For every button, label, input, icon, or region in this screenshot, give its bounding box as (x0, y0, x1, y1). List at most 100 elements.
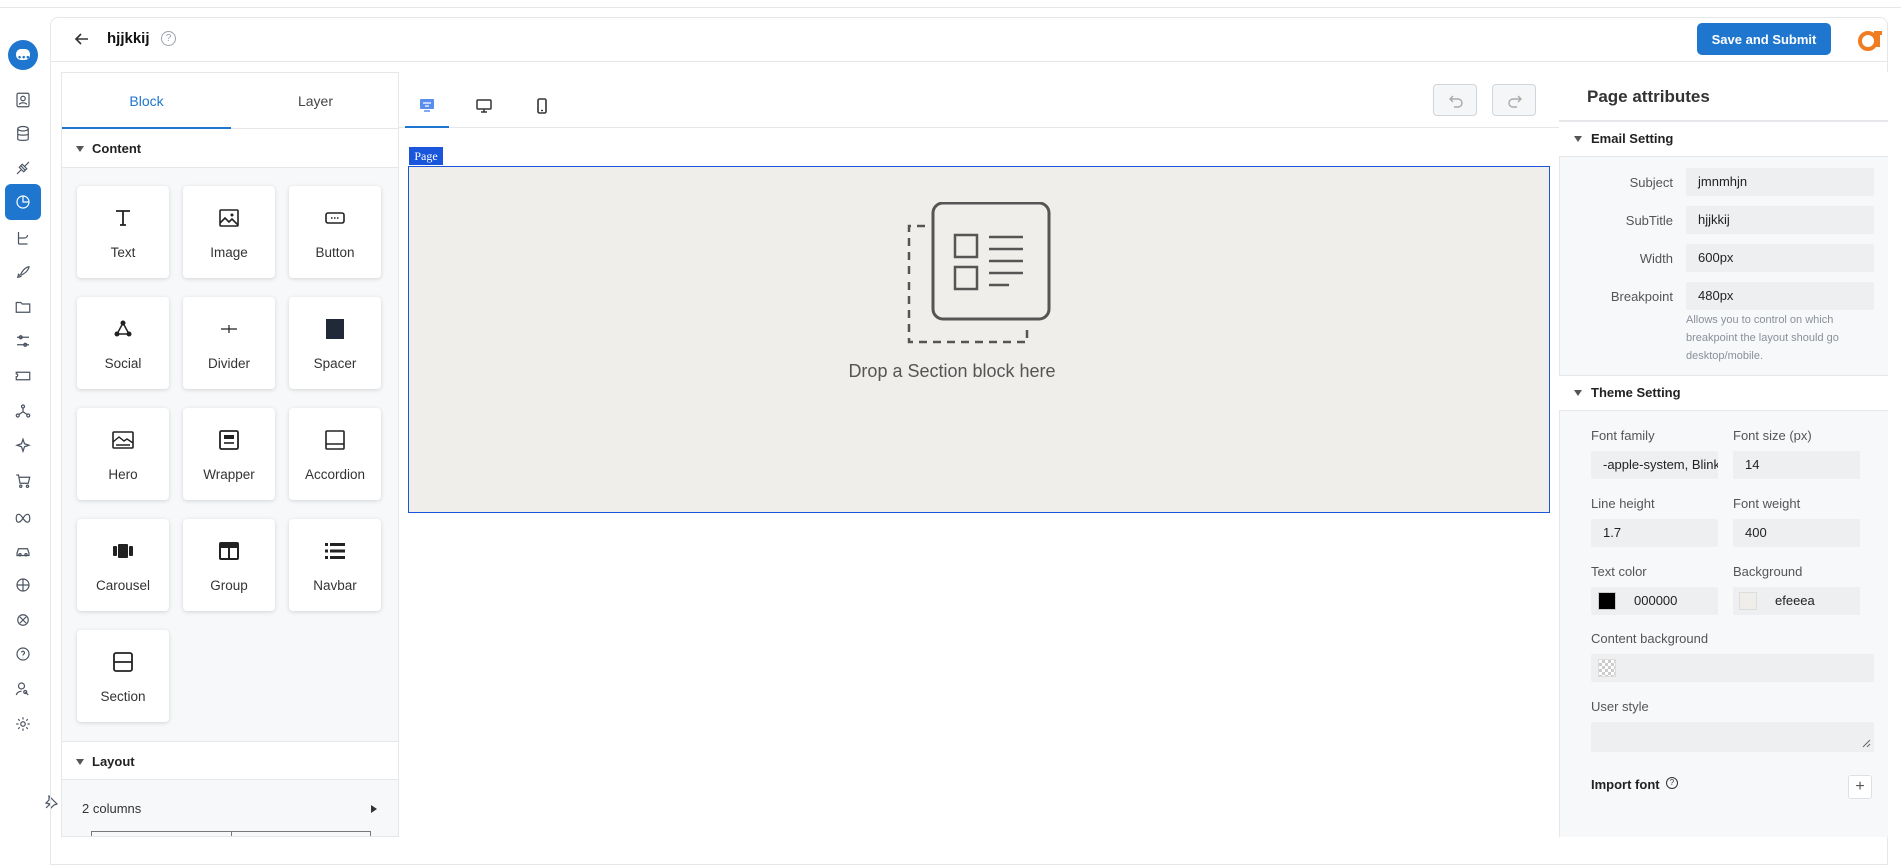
flow-nav-icon[interactable] (5, 220, 41, 256)
font-size-field[interactable]: 14 (1733, 451, 1860, 479)
settings-sliders-nav-icon[interactable] (5, 323, 41, 359)
section-icon (113, 652, 133, 672)
help-nav-icon[interactable] (5, 636, 41, 672)
subject-label: Subject (1629, 175, 1673, 190)
folder-nav-icon[interactable] (5, 289, 41, 325)
font-family-label: Font family (1591, 428, 1655, 443)
block-section[interactable]: Section (77, 630, 169, 722)
redo-icon (1508, 95, 1522, 108)
block-label: Hero (108, 467, 138, 482)
transparent-swatch-icon[interactable] (1598, 659, 1616, 677)
block-carousel[interactable]: Carousel (77, 519, 169, 611)
undo-icon (1449, 95, 1463, 108)
block-label: Wrapper (203, 467, 255, 482)
block-label: Section (100, 689, 146, 704)
text-color-label: Text color (1591, 564, 1647, 579)
wrapper-icon (219, 430, 239, 450)
email-setting-header[interactable]: Email Setting (1559, 121, 1888, 157)
text-color-swatch[interactable] (1598, 592, 1616, 610)
text-icon (116, 210, 130, 226)
redo-button[interactable] (1492, 84, 1536, 116)
layout-section-header[interactable]: Layout (62, 741, 398, 780)
rocket-nav-icon[interactable] (5, 254, 41, 290)
app-nav-rail: ••• (0, 14, 46, 865)
section-placeholder-icon (907, 202, 1051, 344)
view-mobile-button[interactable] (520, 84, 564, 128)
breakpoint-help-text: Allows you to control on which breakpoin… (1686, 314, 1839, 362)
brain-nav-icon[interactable] (5, 567, 41, 603)
block-image[interactable]: Image (183, 186, 275, 278)
back-arrow-icon[interactable] (74, 31, 90, 47)
ticket-nav-icon[interactable] (5, 358, 41, 394)
block-label: Navbar (313, 578, 357, 593)
font-weight-field[interactable]: 400 (1733, 519, 1860, 547)
line-height-label: Line height (1591, 496, 1655, 511)
help-circle-icon[interactable]: ? (161, 31, 176, 46)
block-navbar[interactable]: Navbar (289, 519, 381, 611)
tab-block[interactable]: Block (62, 73, 231, 129)
integrations-nav-icon[interactable] (5, 150, 41, 186)
theme-setting-header[interactable]: Theme Setting (1559, 375, 1888, 411)
width-field[interactable]: 600px (1686, 244, 1874, 272)
block-wrapper[interactable]: Wrapper (183, 408, 275, 500)
meta-nav-icon[interactable] (5, 498, 41, 534)
breakpoint-field[interactable]: 480px (1686, 282, 1874, 310)
content-section-header[interactable]: Content (62, 129, 398, 168)
width-label: Width (1639, 251, 1673, 266)
content-background-label: Content background (1591, 631, 1709, 646)
resize-handle-icon[interactable] (1862, 739, 1871, 748)
undo-button[interactable] (1433, 84, 1477, 116)
block-label: Spacer (313, 356, 357, 371)
save-and-submit-button[interactable]: Save and Submit (1697, 23, 1831, 55)
analytics-nav-icon[interactable] (5, 184, 41, 220)
accordion-icon (325, 430, 345, 450)
two-column-preview[interactable] (91, 831, 371, 836)
openai-nav-icon[interactable] (5, 602, 41, 638)
import-font-help-icon[interactable]: ? (1666, 777, 1678, 789)
carousel-icon (113, 544, 133, 558)
block-text[interactable]: Text (77, 186, 169, 278)
block-label: Text (110, 245, 136, 260)
gear-nav-icon[interactable] (5, 706, 41, 742)
layout-two-columns[interactable]: 2 columns (82, 801, 141, 816)
view-desktop-button[interactable] (462, 84, 506, 128)
block-label: Social (104, 356, 142, 371)
block-divider[interactable]: Divider (183, 297, 275, 389)
sparkle-nav-icon[interactable] (5, 428, 41, 464)
top-divider (0, 7, 1901, 8)
user-search-nav-icon[interactable] (5, 671, 41, 707)
block-label: Divider (207, 356, 250, 371)
block-accordion[interactable]: Accordion (289, 408, 381, 500)
breakpoint-label: Breakpoint (1610, 289, 1673, 304)
database-nav-icon[interactable] (5, 116, 41, 152)
user-style-textarea[interactable] (1591, 722, 1874, 752)
image-icon (219, 209, 239, 227)
view-edit-mode-button[interactable] (405, 84, 449, 128)
block-spacer[interactable]: Spacer (289, 297, 381, 389)
add-font-button[interactable]: + (1848, 775, 1872, 799)
app-logo[interactable]: ••• (8, 40, 38, 70)
panel-tabs: Block Layer (62, 73, 398, 129)
cart-nav-icon[interactable] (5, 463, 41, 499)
drop-zone-hint: Drop a Section block here (848, 361, 1056, 381)
mobile-icon (537, 98, 547, 114)
block-group[interactable]: Group (183, 519, 275, 611)
block-label: Group (210, 578, 248, 593)
page-selection-tag[interactable]: Page (409, 147, 443, 165)
subtitle-field[interactable]: hjjkkij (1686, 206, 1874, 234)
block-hero[interactable]: Hero (77, 408, 169, 500)
contacts-nav-icon[interactable] (5, 82, 41, 118)
user-style-label: User style (1591, 699, 1649, 714)
background-color-swatch[interactable] (1739, 592, 1757, 610)
subject-field[interactable]: jmnmhjn (1686, 168, 1874, 196)
tab-layer[interactable]: Layer (231, 73, 398, 129)
font-family-field[interactable]: -apple-system, BlinkMacSystemFont (1591, 451, 1718, 479)
line-height-field[interactable]: 1.7 (1591, 519, 1718, 547)
content-background-field[interactable] (1591, 654, 1874, 682)
font-weight-label: Font weight (1733, 496, 1801, 511)
network-nav-icon[interactable] (5, 393, 41, 429)
block-social[interactable]: Social (77, 297, 169, 389)
car-nav-icon[interactable] (5, 533, 41, 569)
caret-right-icon[interactable] (371, 805, 377, 813)
block-button[interactable]: Button (289, 186, 381, 278)
